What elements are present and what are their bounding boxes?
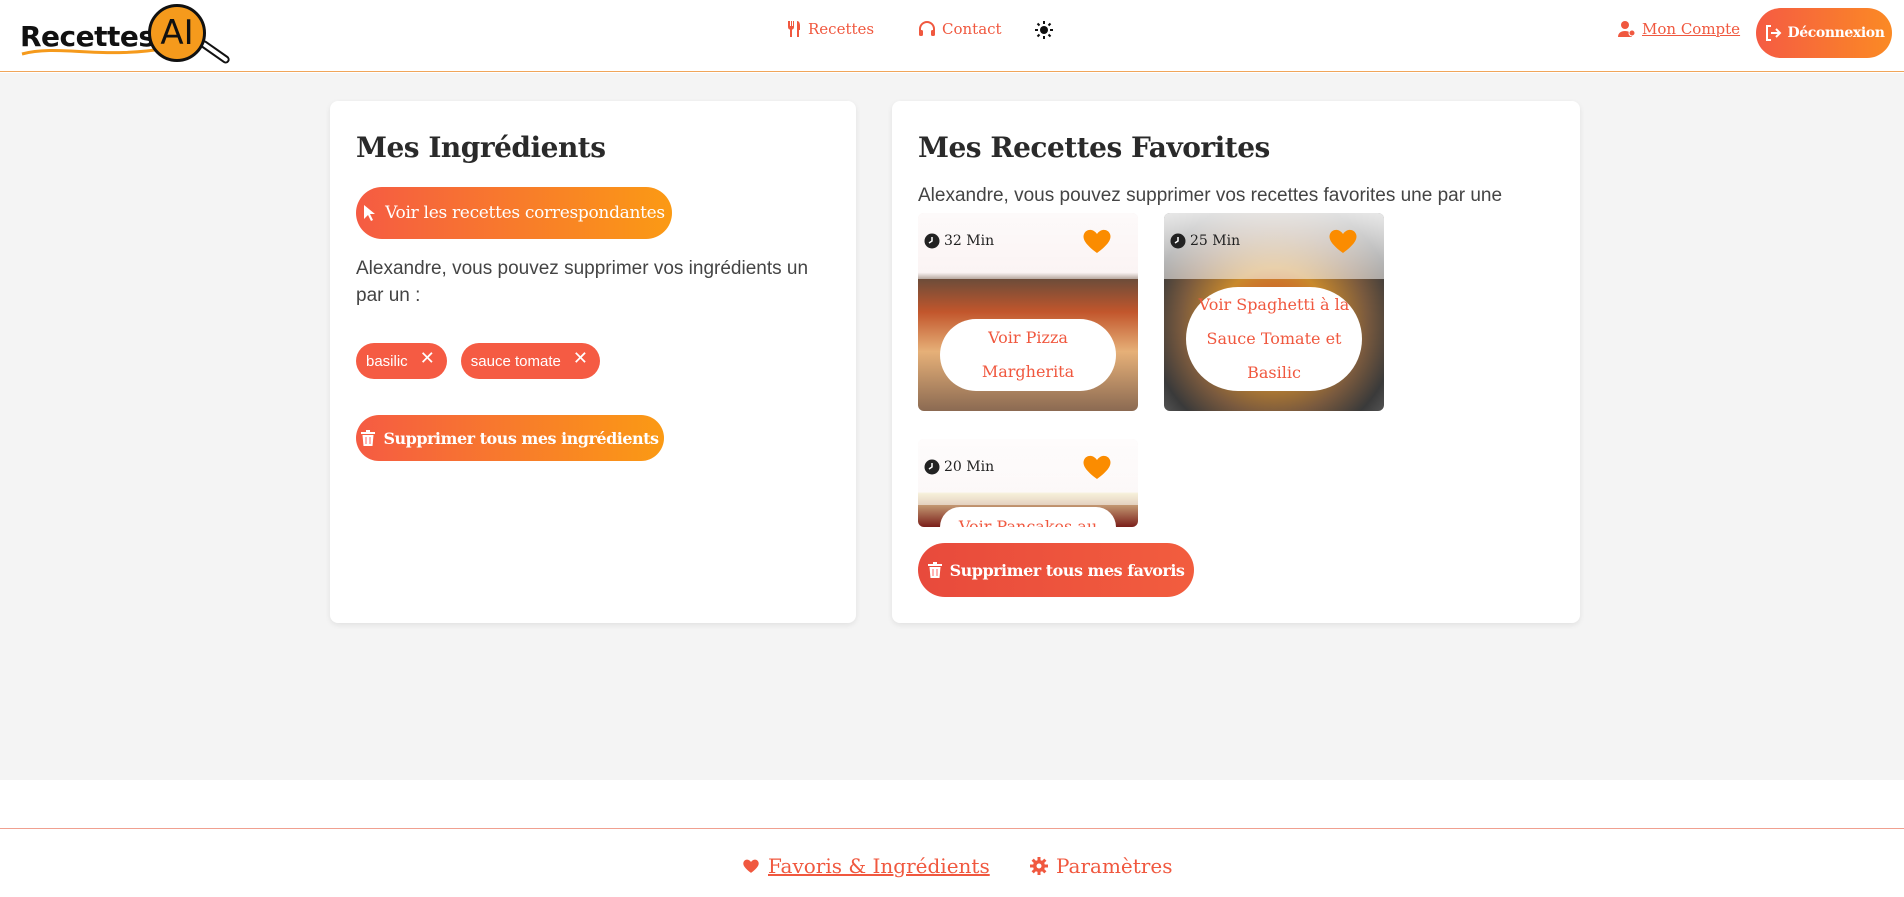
ingredients-title: Mes Ingrédients	[356, 131, 606, 164]
recipe-card[interactable]: 20 Min Voir Pancakes au	[918, 439, 1138, 527]
clock-icon	[924, 233, 940, 249]
recipe-time-label: 25 Min	[1190, 233, 1241, 249]
delete-all-ingredients-label: Supprimer tous mes ingrédients	[383, 428, 659, 448]
heart-icon[interactable]	[1082, 227, 1112, 255]
logo[interactable]: Recettes AI	[20, 4, 232, 66]
delete-all-favorites-button[interactable]: Supprimer tous mes favoris	[918, 543, 1194, 597]
ingredient-chip-label: sauce tomate	[470, 352, 561, 370]
ingredients-message: Alexandre, vous pouvez supprimer vos ing…	[356, 258, 809, 306]
ingredient-chip: basilic ✕	[356, 343, 447, 379]
footer-favorites-link[interactable]: Favoris & Ingrédients	[742, 854, 990, 878]
recipe-card[interactable]: 25 Min Voir Spaghetti à la Sauce Tomate …	[1164, 213, 1384, 411]
favorites-message: Alexandre, vous pouvez supprimer vos rec…	[918, 185, 1503, 206]
nav-recettes[interactable]: Recettes	[786, 20, 874, 38]
clock-icon	[1170, 233, 1186, 249]
ingredient-chip-label: basilic	[366, 352, 408, 370]
recipe-time: 25 Min	[1170, 233, 1240, 249]
ingredients-card: Mes Ingrédients Voir les recettes corres…	[330, 101, 856, 623]
remove-ingredient-icon[interactable]: ✕	[420, 349, 435, 367]
trash-icon	[927, 562, 942, 578]
footer-favorites-label: Favoris & Ingrédients	[768, 854, 990, 878]
logout-button[interactable]: Déconnexion	[1756, 8, 1892, 58]
gear-icon	[1030, 857, 1048, 875]
sun-icon[interactable]	[1034, 20, 1054, 40]
view-matching-recipes-label: Voir les recettes correspondantes	[385, 203, 665, 223]
footer-settings-link[interactable]: Paramètres	[1030, 854, 1172, 878]
logout-icon	[1765, 25, 1781, 41]
favorites-title: Mes Recettes Favorites	[918, 131, 1270, 164]
recipe-view-link[interactable]: Voir Spaghetti à la Sauce Tomate et Basi…	[1186, 287, 1362, 391]
heart-icon	[743, 859, 759, 873]
logout-label: Déconnexion	[1787, 25, 1885, 41]
ingredient-chip: sauce tomate ✕	[460, 343, 600, 379]
nav-recettes-label: Recettes	[808, 20, 875, 38]
logo-ai: AI	[148, 4, 206, 62]
recipe-time: 20 Min	[924, 459, 994, 475]
recipe-view-link[interactable]: Voir Pizza Margherita	[940, 319, 1116, 391]
nav-account-label: Mon Compte	[1642, 20, 1741, 38]
user-icon	[1618, 21, 1636, 37]
delete-all-ingredients-button[interactable]: Supprimer tous mes ingrédients	[356, 415, 664, 461]
recipe-view-link[interactable]: Voir Pancakes au	[940, 507, 1116, 527]
recipe-card[interactable]: 32 Min Voir Pizza Margherita	[918, 213, 1138, 411]
trash-icon	[361, 430, 376, 446]
favorites-card: Mes Recettes Favorites Alexandre, vous p…	[892, 101, 1580, 623]
footer-divider	[0, 828, 1904, 829]
view-matching-recipes-button[interactable]: Voir les recettes correspondantes	[356, 187, 672, 239]
clock-icon	[924, 459, 940, 475]
logo-swoosh	[21, 46, 169, 56]
heart-icon[interactable]	[1082, 453, 1112, 481]
main-content: Mes Ingrédients Voir les recettes corres…	[0, 73, 1904, 780]
ingredient-chips: basilic ✕ sauce tomate ✕	[356, 343, 600, 379]
remove-ingredient-icon[interactable]: ✕	[573, 349, 588, 367]
nav-contact-label: Contact	[942, 20, 1002, 38]
recipe-time-label: 32 Min	[944, 233, 995, 249]
pointer-icon	[364, 205, 376, 221]
header: Recettes AI Recettes Contact Mon Compte …	[0, 0, 1904, 72]
footer-settings-label: Paramètres	[1056, 854, 1173, 878]
recipe-time-label: 20 Min	[944, 459, 995, 475]
delete-all-favorites-label: Supprimer tous mes favoris	[949, 560, 1185, 580]
utensils-icon	[788, 21, 800, 37]
heart-icon[interactable]	[1328, 227, 1358, 255]
recipe-time: 32 Min	[924, 233, 994, 249]
nav-account[interactable]: Mon Compte	[1618, 20, 1740, 38]
headset-icon	[919, 21, 935, 36]
nav-contact[interactable]: Contact	[918, 20, 1002, 38]
